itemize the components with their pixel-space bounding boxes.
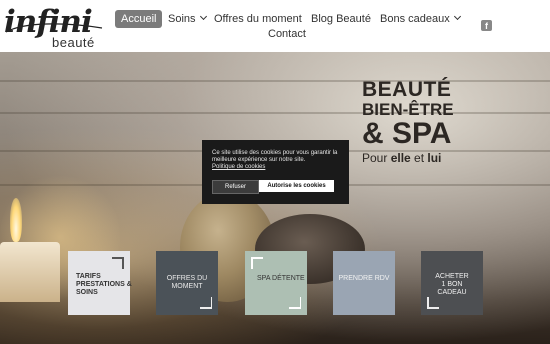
hero-headline: BEAUTÉ BIEN-ÊTRE & SPA Pour elle et lui <box>362 79 472 179</box>
cookie-policy-link[interactable]: Politique de cookies <box>212 164 265 171</box>
tile-offres[interactable]: OFFRES DU MOMENT <box>156 251 218 315</box>
headline-elle: elle <box>390 151 411 165</box>
corner-bracket-icon <box>251 257 263 269</box>
nav-item-bons-cadeaux[interactable]: Bons cadeaux <box>380 12 461 26</box>
tile-bon-cadeau[interactable]: ACHETER 1 BON CADEAU <box>421 251 483 315</box>
tile-tarifs[interactable]: TARIFS PRESTATIONS & SOINS <box>68 251 132 315</box>
nav-item-bons-cadeaux-label: Bons cadeaux <box>380 13 450 25</box>
accept-cookies-button[interactable]: Autorise les cookies <box>259 180 334 192</box>
nav-item-contact[interactable]: Contact <box>268 27 306 41</box>
tile-bon-cadeau-label: ACHETER 1 BON CADEAU <box>435 273 469 296</box>
main-nav: Accueil Soins Offres du moment Blog Beau… <box>0 10 550 50</box>
tile-rdv-label: PRENDRE RDV <box>338 275 390 282</box>
corner-bracket-icon <box>427 297 439 309</box>
cookie-banner: Ce site utilise des cookies pour vous ga… <box>202 140 349 204</box>
tile-offres-label: OFFRES DU MOMENT <box>166 275 208 290</box>
headline-line4: Pour elle et lui <box>362 151 441 165</box>
headline-prefix: Pour <box>362 151 391 165</box>
chevron-down-icon <box>199 12 207 21</box>
flame-image <box>10 198 22 242</box>
tile-rdv[interactable]: PRENDRE RDV <box>333 251 395 315</box>
nav-item-soins-label: Soins <box>168 13 196 25</box>
tile-tarifs-label: TARIFS PRESTATIONS & SOINS <box>76 273 132 296</box>
corner-bracket-icon <box>112 257 124 269</box>
facebook-icon[interactable]: f <box>481 20 492 31</box>
headline-mid: et <box>410 151 428 165</box>
chevron-down-icon <box>453 12 461 21</box>
candle-image <box>0 242 60 302</box>
headline-lui: lui <box>427 151 442 165</box>
nav-item-accueil[interactable]: Accueil <box>115 10 163 28</box>
site-header: infini beauté Accueil Soins Offres du mo… <box>0 0 550 52</box>
corner-bracket-icon <box>289 297 301 309</box>
tile-spa[interactable]: SPA DÉTENTE <box>245 251 307 315</box>
headline-line3: & SPA <box>362 117 452 150</box>
corner-bracket-icon <box>200 297 212 309</box>
nav-item-offres[interactable]: Offres du moment <box>214 12 302 26</box>
tile-spa-label: SPA DÉTENTE <box>257 275 305 282</box>
headline-line1: BEAUTÉ <box>362 78 452 101</box>
nav-item-soins[interactable]: Soins <box>168 12 207 26</box>
nav-item-blog[interactable]: Blog Beauté <box>311 12 371 26</box>
refuse-cookies-button[interactable]: Refuser <box>212 180 259 194</box>
cookie-message: Ce site utilise des cookies pour vous ga… <box>212 150 338 163</box>
